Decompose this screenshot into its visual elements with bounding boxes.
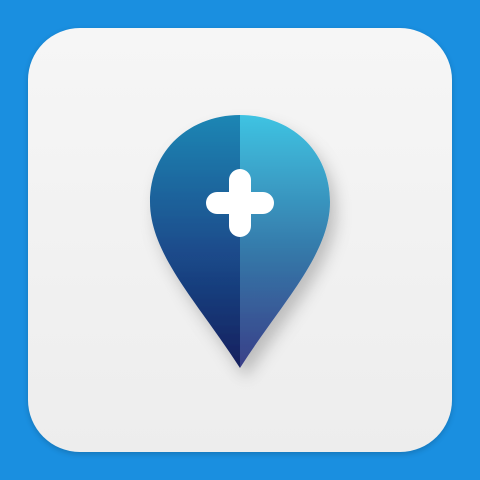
pin-body: [150, 115, 330, 368]
location-pin-plus-icon: [150, 115, 330, 368]
